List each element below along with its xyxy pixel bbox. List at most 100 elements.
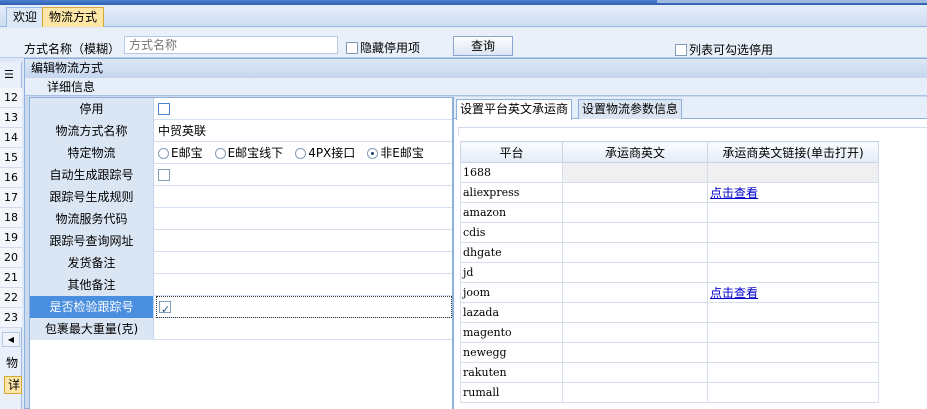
tracking-url-field[interactable] — [156, 230, 452, 252]
platform-cell: cdis — [460, 222, 563, 243]
detail-form: 停用 物流方式名称 中贸英联 特定物流 E邮宝 E邮宝线下 4PX接口 非E邮宝… — [29, 97, 453, 409]
radio-label: 4PX接口 — [308, 146, 356, 160]
row-number: 20 — [0, 248, 22, 268]
platform-cell: jd — [460, 262, 563, 283]
field-label: 特定物流 — [30, 142, 154, 164]
tab-welcome[interactable]: 欢迎 — [6, 7, 45, 27]
hide-disabled-checkbox[interactable]: 隐藏停用项 — [346, 39, 420, 56]
scroll-left-icon[interactable]: ◀ — [2, 332, 20, 347]
query-button[interactable]: 查询 — [453, 36, 513, 56]
list-selectable-checkbox[interactable]: 列表可勾选停用 — [675, 41, 773, 58]
row-number: 19 — [0, 228, 22, 248]
row-number: 16 — [0, 168, 22, 188]
carrier-cell[interactable] — [562, 362, 708, 383]
platform-cell: lazada — [460, 302, 563, 323]
tracking-rule-field[interactable] — [156, 186, 452, 208]
verify-tracking-checkbox[interactable] — [159, 299, 171, 321]
table-row[interactable]: cdis — [460, 222, 879, 243]
grid-row-gutter: ☰ 12 13 14 15 16 17 18 19 20 21 22 23 ◀ … — [0, 62, 22, 409]
hide-disabled-box[interactable] — [346, 41, 358, 54]
radio-eub[interactable]: E邮宝 — [158, 142, 203, 164]
link-cell — [707, 242, 879, 263]
logistics-name-field[interactable]: 中贸英联 — [156, 120, 452, 142]
field-label: 发货备注 — [30, 252, 154, 274]
field-row-name: 物流方式名称 中贸英联 — [30, 120, 452, 142]
menu-icon[interactable]: ☰ — [4, 68, 14, 81]
carrier-cell[interactable] — [562, 322, 708, 343]
radio-4px[interactable]: 4PX接口 — [295, 142, 355, 164]
auto-tracking-checkbox[interactable] — [158, 169, 170, 181]
carrier-cell[interactable] — [562, 262, 708, 283]
link-cell: 点击查看 — [707, 182, 879, 203]
tab-logistics-params[interactable]: 设置物流参数信息 — [578, 99, 683, 119]
tab-logistics[interactable]: 物流方式 — [42, 7, 105, 27]
field-label: 包裹最大重量(克) — [30, 318, 154, 340]
field-label: 物流服务代码 — [30, 208, 154, 230]
platform-cell: newegg — [460, 342, 563, 363]
carrier-cell[interactable] — [562, 282, 708, 303]
row-number: 13 — [0, 108, 22, 128]
column-header-platform[interactable]: 平台 — [460, 141, 563, 163]
carrier-cell[interactable] — [562, 162, 708, 183]
field-label: 其他备注 — [30, 274, 154, 296]
shipping-note-field[interactable] — [156, 252, 452, 274]
platform-cell: aliexpress — [460, 182, 563, 203]
radio-non-eub[interactable]: 非E邮宝 — [367, 142, 424, 164]
table-row[interactable]: dhgate — [460, 242, 879, 263]
carrier-cell[interactable] — [562, 182, 708, 203]
carrier-link[interactable]: 点击查看 — [710, 286, 758, 300]
dialog-subtitle: 详细信息 — [25, 78, 927, 96]
table-row[interactable]: jd — [460, 262, 879, 283]
gutter-detail-tab[interactable]: 详 — [4, 376, 22, 394]
list-selectable-box[interactable] — [675, 43, 687, 56]
max-weight-field[interactable] — [156, 318, 452, 340]
table-row[interactable]: lazada — [460, 302, 879, 323]
service-code-field[interactable] — [156, 208, 452, 230]
carrier-cell[interactable] — [562, 342, 708, 363]
radio-eub-offline[interactable]: E邮宝线下 — [214, 142, 283, 164]
table-row[interactable]: 1688 — [460, 162, 879, 183]
platform-cell: dhgate — [460, 242, 563, 263]
field-row-tracking-url: 跟踪号查询网址 — [30, 230, 452, 252]
carrier-cell[interactable] — [562, 242, 708, 263]
carrier-cell[interactable] — [562, 302, 708, 323]
table-row[interactable]: magento — [460, 322, 879, 343]
disabled-checkbox[interactable] — [158, 103, 170, 115]
table-row[interactable]: amazon — [460, 202, 879, 223]
table-row[interactable]: newegg — [460, 342, 879, 363]
column-header-link[interactable]: 承运商英文链接(单击打开) — [707, 141, 879, 163]
filter-bar: 方式名称（模糊） 隐藏停用项 查询 列表可勾选停用 — [0, 28, 927, 58]
other-note-field[interactable] — [156, 274, 452, 296]
link-cell — [707, 202, 879, 223]
table-row[interactable]: aliexpress 点击查看 — [460, 182, 879, 203]
main-tabbar: 欢迎 物流方式 — [0, 5, 927, 27]
field-row-other-note: 其他备注 — [30, 274, 452, 296]
field-label: 跟踪号查询网址 — [30, 230, 154, 252]
field-row-verify-tracking: 是否检验跟踪号 — [30, 296, 452, 321]
carrier-cell[interactable] — [562, 202, 708, 223]
column-header-carrier[interactable]: 承运商英文 — [562, 141, 708, 163]
name-filter-label: 方式名称（模糊） — [24, 42, 121, 56]
row-number: 17 — [0, 188, 22, 208]
radio-dot[interactable] — [158, 147, 169, 159]
field-row-tracking-rule: 跟踪号生成规则 — [30, 186, 452, 208]
table-row[interactable]: rumall — [460, 382, 879, 403]
row-number: 22 — [0, 288, 22, 308]
link-cell — [707, 302, 879, 323]
radio-label: E邮宝 — [171, 146, 203, 160]
carrier-link[interactable]: 点击查看 — [710, 186, 758, 200]
row-number: 15 — [0, 148, 22, 168]
name-filter-input[interactable] — [124, 36, 338, 54]
carrier-cell[interactable] — [562, 222, 708, 243]
radio-dot[interactable] — [367, 147, 379, 159]
radio-dot[interactable] — [295, 147, 307, 159]
table-row[interactable]: rakuten — [460, 362, 879, 383]
radio-dot[interactable] — [214, 147, 226, 159]
list-selectable-label: 列表可勾选停用 — [689, 43, 774, 57]
edit-logistics-dialog: 编辑物流方式 详细信息 停用 物流方式名称 中贸英联 特定物流 E邮宝 E邮宝线… — [24, 58, 927, 409]
tab-platform-carrier[interactable]: 设置平台英文承运商 — [456, 99, 573, 120]
field-row-auto-tracking: 自动生成跟踪号 — [30, 164, 452, 186]
platform-cell: 1688 — [460, 162, 563, 183]
table-row[interactable]: joom 点击查看 — [460, 282, 879, 303]
carrier-cell[interactable] — [562, 382, 708, 403]
